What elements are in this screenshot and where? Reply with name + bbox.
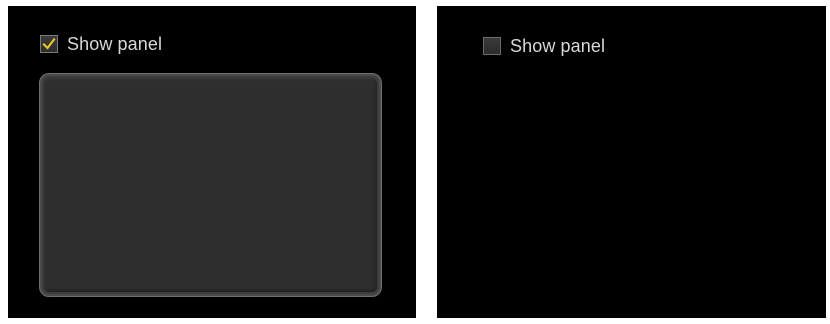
show-panel-label: Show panel (67, 34, 163, 54)
checkmark-icon (42, 37, 56, 50)
show-panel-checkbox[interactable] (40, 35, 58, 53)
show-panel-checkbox-row[interactable]: Show panel (40, 34, 162, 54)
show-panel-checkbox[interactable] (483, 37, 501, 55)
show-panel-checkbox-row[interactable]: Show panel (483, 36, 605, 56)
show-panel-label: Show panel (510, 36, 606, 56)
demo-frame-checked: Show panel (8, 6, 416, 318)
demo-frame-unchecked: Show panel (437, 6, 826, 318)
panel (39, 73, 382, 297)
